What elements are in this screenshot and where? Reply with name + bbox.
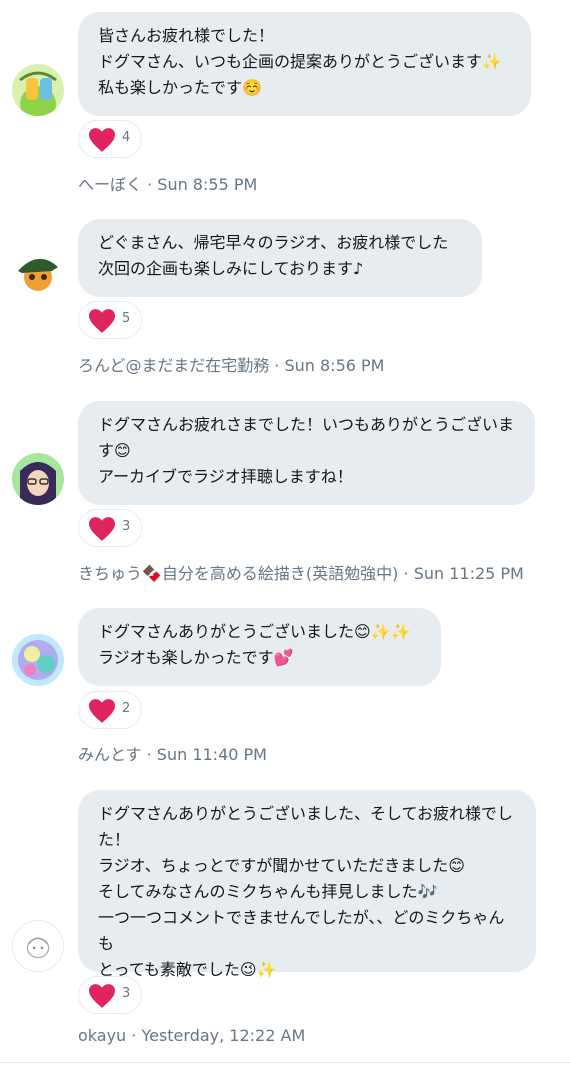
comment-line: す😊 <box>98 441 131 460</box>
comment-bubble: どぐまさん、帰宅早々のラジオ、お疲れ様でした 次回の企画も楽しみにしております♪ <box>78 219 482 297</box>
like-count: 4 <box>122 130 131 145</box>
avatar[interactable] <box>12 453 64 505</box>
timestamp[interactable]: Sun 8:55 PM <box>157 175 257 194</box>
author-name[interactable]: へーぼく <box>78 175 142 194</box>
comment-line: とっても素敵でした😉✨ <box>98 960 277 979</box>
meta-separator: · <box>126 1026 142 1045</box>
comment-bubble: ドグマさんありがとうございました😊✨✨ ラジオも楽しかったです💕 <box>78 608 441 686</box>
comment-line: ドグマさんありがとうございました😊✨✨ <box>98 622 411 641</box>
comment-line: 次回の企画も楽しみにしております♪ <box>98 259 364 278</box>
author-name[interactable]: みんとす <box>78 745 142 764</box>
comment-meta: ろんど@まだまだ在宅勤務 · Sun 8:56 PM <box>78 352 384 376</box>
heart-icon <box>89 984 115 1008</box>
comment-line: ドグマさんありがとうございました、そしてお疲れ様でし <box>98 804 514 823</box>
comment-meta: きちゅう🍫自分を高める絵描き(英語勉強中) · Sun 11:25 PM <box>78 560 524 584</box>
comment-meta: みんとす · Sun 11:40 PM <box>78 741 267 765</box>
timestamp[interactable]: Yesterday, 12:22 AM <box>141 1026 305 1045</box>
avatar[interactable] <box>12 920 64 972</box>
comment-bubble: ドグマさんありがとうございました、そしてお疲れ様でし た！ ラジオ、ちょっとです… <box>78 790 536 979</box>
like-button[interactable]: 3 <box>78 976 142 1014</box>
heart-icon <box>89 128 115 152</box>
like-count: 3 <box>122 986 131 1001</box>
comment-thread: 皆さんお疲れ様でした！ ドグマさん、いつも企画の提案ありがとうございます✨ 私も… <box>0 0 570 1071</box>
avatar[interactable] <box>12 64 64 116</box>
comment-line: ラジオも楽しかったです💕 <box>98 648 294 667</box>
timestamp[interactable]: Sun 8:56 PM <box>284 356 384 375</box>
avatar[interactable] <box>12 634 64 686</box>
like-count: 3 <box>122 519 131 534</box>
meta-separator: · <box>142 175 158 194</box>
like-button[interactable]: 4 <box>78 120 142 158</box>
comment-line: そしてみなさんのミクちゃんも拝見しました🎶 <box>98 882 438 901</box>
timestamp[interactable]: Sun 11:25 PM <box>414 564 524 583</box>
comment-line: ドグマさんお疲れさまでした！いつもありがとうございま <box>98 415 515 434</box>
heart-icon <box>89 309 115 333</box>
comment-bubble: ドグマさんお疲れさまでした！いつもありがとうございま す😊 アーカイブでラジオ拝… <box>78 401 535 505</box>
meta-separator: · <box>398 564 414 583</box>
comment-line: アーカイブでラジオ拝聴しますね！ <box>98 467 353 486</box>
comment-line: ドグマさん、いつも企画の提案ありがとうございます✨ <box>98 52 502 71</box>
like-count: 2 <box>122 701 131 716</box>
timestamp[interactable]: Sun 11:40 PM <box>157 745 267 764</box>
like-count: 5 <box>122 311 131 326</box>
comment-line: 私も楽しかったです☺️ <box>98 78 262 97</box>
comment-line: ラジオ、ちょっとですが聞かせていただきました😊 <box>98 856 465 875</box>
author-name[interactable]: okayu <box>78 1026 126 1045</box>
comment-line: どぐまさん、帰宅早々のラジオ、お疲れ様でした <box>98 233 449 252</box>
heart-icon <box>89 517 115 541</box>
meta-separator: · <box>269 356 285 375</box>
comment-line: 一つ一つコメントできませんでしたが、、どのミクちゃんも <box>98 908 505 953</box>
author-name[interactable]: きちゅう🍫自分を高める絵描き(英語勉強中) <box>78 564 398 583</box>
avatar[interactable] <box>12 245 64 297</box>
heart-icon <box>89 699 115 723</box>
comment-line: 皆さんお疲れ様でした！ <box>98 26 275 45</box>
like-button[interactable]: 2 <box>78 691 142 729</box>
divider <box>0 1062 570 1063</box>
comment-line: た！ <box>98 830 131 849</box>
comment-meta: へーぼく · Sun 8:55 PM <box>78 171 257 195</box>
like-button[interactable]: 3 <box>78 509 142 547</box>
meta-separator: · <box>141 745 157 764</box>
like-button[interactable]: 5 <box>78 301 142 339</box>
author-name[interactable]: ろんど@まだまだ在宅勤務 <box>78 356 269 375</box>
comment-bubble: 皆さんお疲れ様でした！ ドグマさん、いつも企画の提案ありがとうございます✨ 私も… <box>78 12 531 116</box>
comment-meta: okayu · Yesterday, 12:22 AM <box>78 1026 305 1045</box>
